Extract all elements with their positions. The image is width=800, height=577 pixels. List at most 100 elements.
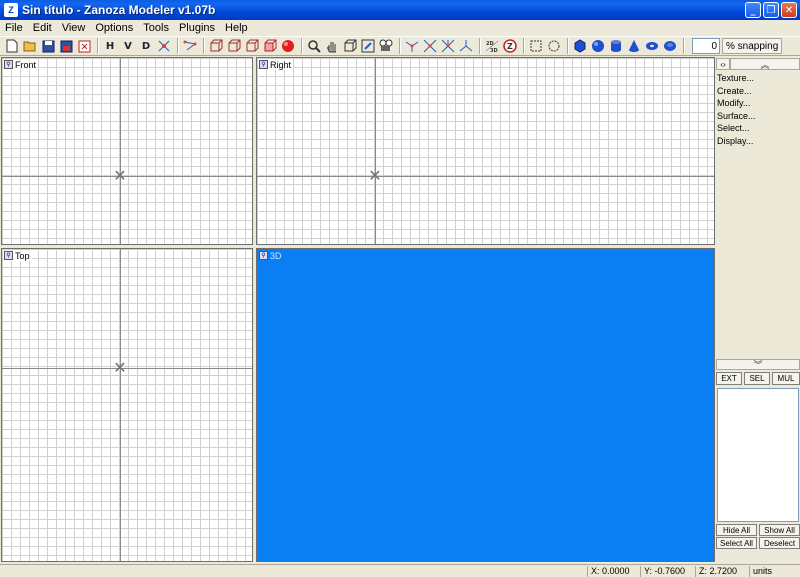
viewport-3d-header[interactable]: ⚲ 3D	[259, 250, 284, 261]
viewport-menu-icon[interactable]: ⚲	[4, 60, 13, 69]
visibility-buttons: Hide All Show All	[716, 524, 800, 536]
origin-cross-icon: ✕	[368, 166, 382, 185]
save-icon[interactable]	[40, 38, 56, 54]
window-title: Sin título - Zanoza Modeler v1.07b	[22, 3, 216, 17]
deselect-button[interactable]: Deselect	[759, 537, 800, 549]
panel-item-select[interactable]: Select...	[717, 122, 756, 135]
panel-item-modify[interactable]: Modify...	[717, 97, 756, 110]
horizontal-view-button[interactable]: H	[102, 38, 118, 54]
status-bar: X: 0.0000 Y: -0.7600 Z: 2.7200 units	[0, 564, 800, 577]
box-back-icon[interactable]	[244, 38, 260, 54]
minimize-button[interactable]: _	[745, 2, 761, 18]
viewport-3d[interactable]: ⚲ 3D	[256, 248, 715, 562]
show-all-button[interactable]: Show All	[759, 524, 800, 536]
frame-icon[interactable]	[360, 38, 376, 54]
sphere-red-icon[interactable]	[280, 38, 296, 54]
menu-help[interactable]: Help	[220, 22, 253, 34]
ext-mode-button[interactable]: EXT	[716, 372, 742, 385]
box-front-icon[interactable]	[208, 38, 224, 54]
circle-select-icon[interactable]	[546, 38, 562, 54]
snap-value-spinner[interactable]: 0	[692, 38, 720, 54]
viewport-top[interactable]: ⚲ Top ✕	[1, 248, 253, 562]
toolbar-separator	[97, 38, 99, 54]
close-button[interactable]: ✕	[781, 2, 797, 18]
mode-buttons: EXT SEL MUL	[716, 372, 800, 385]
vertical-view-button[interactable]: V	[120, 38, 136, 54]
viewport-menu-icon[interactable]: ⚲	[259, 60, 268, 69]
snapping-toggle[interactable]: % snapping	[722, 38, 783, 54]
panel-collapse-button[interactable]: ‹›	[716, 58, 730, 70]
2d-3d-toggle-icon[interactable]: 2D 3D	[484, 38, 500, 54]
panel-item-texture[interactable]: Texture...	[717, 72, 756, 85]
box-side-icon[interactable]	[226, 38, 242, 54]
viewport-right[interactable]: ⚲ Right ✕	[256, 57, 715, 245]
box-outline-icon[interactable]	[342, 38, 358, 54]
viewport-menu-icon[interactable]: ⚲	[4, 251, 13, 260]
viewport-top-label: Top	[15, 250, 30, 261]
toolbar-separator	[479, 38, 481, 54]
camera-icon[interactable]	[378, 38, 394, 54]
scale-cross-icon[interactable]	[440, 38, 456, 54]
viewport-right-header[interactable]: ⚲ Right	[259, 59, 294, 70]
menu-file[interactable]: File	[0, 22, 28, 34]
cone-blue-icon[interactable]	[626, 38, 642, 54]
box-red-icon[interactable]	[262, 38, 278, 54]
panel-item-create[interactable]: Create...	[717, 85, 756, 98]
z-axis-icon[interactable]: Z	[502, 38, 518, 54]
rect-select-icon[interactable]	[528, 38, 544, 54]
menu-plugins[interactable]: Plugins	[174, 22, 220, 34]
cube-blue-icon[interactable]	[572, 38, 588, 54]
save-as-icon[interactable]	[58, 38, 74, 54]
export-icon[interactable]	[76, 38, 92, 54]
torus-blue-icon[interactable]	[644, 38, 660, 54]
cylinder-blue-icon[interactable]	[608, 38, 624, 54]
new-file-icon[interactable]	[4, 38, 20, 54]
panel-item-display[interactable]: Display...	[717, 135, 756, 148]
panel-scroll-up-button[interactable]: ︽	[730, 58, 800, 70]
select-all-button[interactable]: Select All	[716, 537, 757, 549]
toolbar-separator	[683, 38, 685, 54]
sel-mode-button[interactable]: SEL	[744, 372, 770, 385]
viewport-top-header[interactable]: ⚲ Top	[4, 250, 32, 261]
maximize-button[interactable]: ❐	[763, 2, 779, 18]
rotate-cross-icon[interactable]	[422, 38, 438, 54]
zoom-icon[interactable]	[306, 38, 322, 54]
toolbar-separator	[177, 38, 179, 54]
toolbar-separator	[523, 38, 525, 54]
viewport-front-label: Front	[15, 59, 37, 70]
star-move-icon[interactable]	[404, 38, 420, 54]
panel-scroll-down-button[interactable]: ︾	[716, 359, 800, 370]
svg-text:Z: Z	[507, 42, 513, 51]
side-panel: ‹› ︽ Texture... Create... Modify... Surf…	[716, 57, 800, 563]
viewport-menu-icon[interactable]: ⚲	[259, 251, 268, 260]
object-list[interactable]	[717, 388, 799, 522]
mul-mode-button[interactable]: MUL	[772, 372, 800, 385]
menu-tools[interactable]: Tools	[138, 22, 174, 34]
texture-random-icon[interactable]	[156, 38, 172, 54]
app-icon[interactable]: Z	[4, 3, 18, 17]
disc-blue-icon[interactable]	[662, 38, 678, 54]
hand-pan-icon[interactable]	[324, 38, 340, 54]
menu-edit[interactable]: Edit	[28, 22, 57, 34]
status-z-coordinate: Z: 2.7200	[695, 566, 749, 577]
menu-view[interactable]: View	[57, 22, 91, 34]
selection-buttons: Select All Deselect	[716, 537, 800, 549]
open-folder-icon[interactable]	[22, 38, 38, 54]
panel-menu: Texture... Create... Modify... Surface..…	[717, 72, 756, 148]
viewport-front-header[interactable]: ⚲ Front	[4, 59, 39, 70]
svg-text:3D: 3D	[490, 48, 498, 53]
status-units: units	[749, 566, 800, 577]
toolbar-separator	[567, 38, 569, 54]
hide-all-button[interactable]: Hide All	[716, 524, 757, 536]
viewport-front[interactable]: ⚲ Front ✕	[1, 57, 253, 245]
axis-tri-icon[interactable]	[458, 38, 474, 54]
select-points-icon[interactable]	[182, 38, 198, 54]
panel-item-surface[interactable]: Surface...	[717, 110, 756, 123]
toolbar-separator	[301, 38, 303, 54]
toolbar-separator	[203, 38, 205, 54]
title-bar: Z Sin título - Zanoza Modeler v1.07b _ ❐…	[0, 0, 800, 20]
menu-options[interactable]: Options	[90, 22, 138, 34]
vertical-axis	[120, 58, 121, 244]
diagonal-view-button[interactable]: D	[138, 38, 154, 54]
sphere-blue-icon[interactable]	[590, 38, 606, 54]
